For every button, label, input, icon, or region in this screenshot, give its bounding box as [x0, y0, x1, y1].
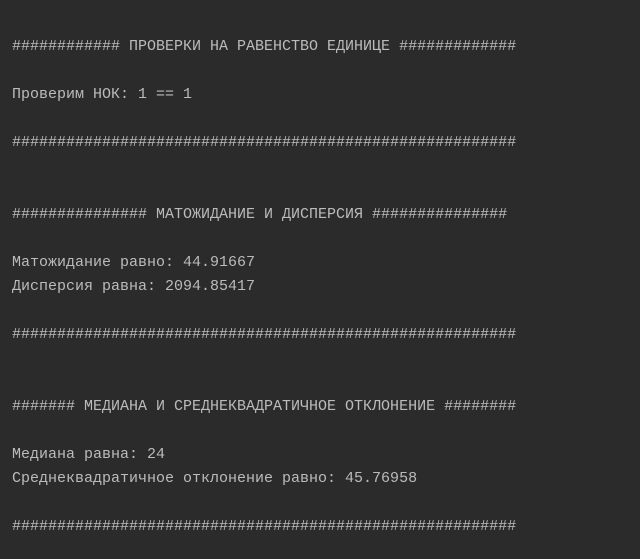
section-header-unity-checks: ############ ПРОВЕРКИ НА РАВЕНСТВО ЕДИНИ… [12, 38, 517, 55]
section-divider: ########################################… [12, 134, 517, 151]
output-line-variance: Дисперсия равна: 2094.85417 [12, 278, 256, 295]
section-header-expectation-variance: ############### МАТОЖИДАНИЕ И ДИСПЕРСИЯ … [12, 206, 508, 223]
output-line-median: Медиана равна: 24 [12, 446, 166, 463]
section-divider: ########################################… [12, 518, 517, 535]
section-divider: ########################################… [12, 326, 517, 343]
section-header-median-stddev: ####### МЕДИАНА И СРЕДНЕКВАДРАТИЧНОЕ ОТК… [12, 398, 517, 415]
output-line-lcm-check: Проверим НОК: 1 == 1 [12, 86, 193, 103]
console-output: ############ ПРОВЕРКИ НА РАВЕНСТВО ЕДИНИ… [0, 0, 640, 559]
output-line-stddev: Среднеквадратичное отклонение равно: 45.… [12, 470, 418, 487]
output-line-expectation: Матожидание равно: 44.91667 [12, 254, 256, 271]
